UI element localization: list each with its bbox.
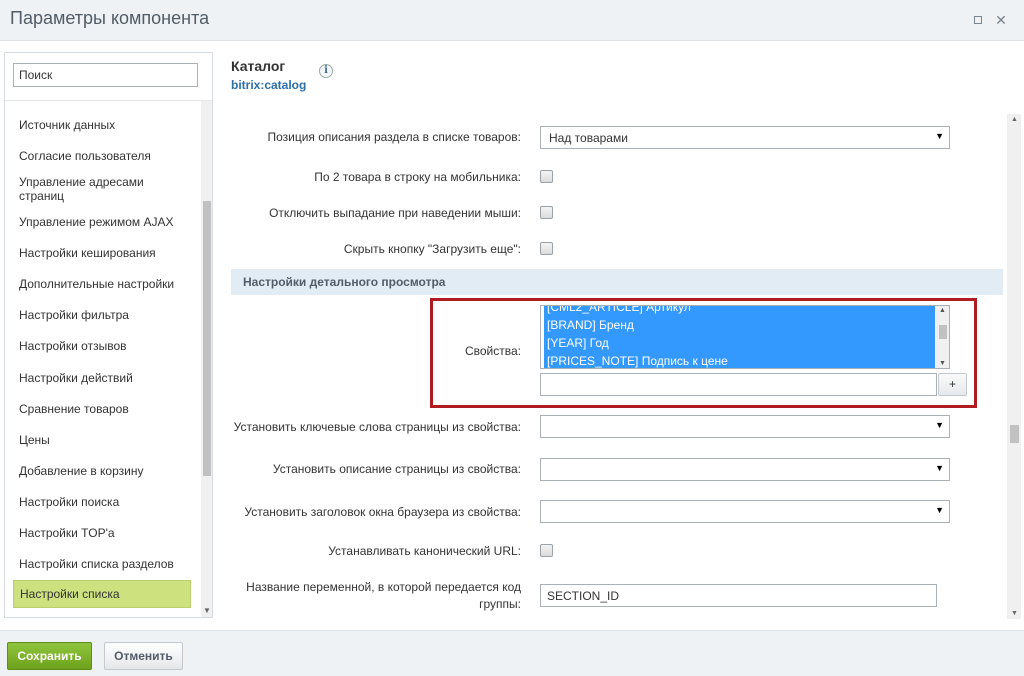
sidebar-scrollbar[interactable]: ▼ (201, 101, 212, 617)
meta-description-label: Установить описание страницы из свойства… (272, 462, 521, 476)
meta-keywords-select[interactable]: ▼ (540, 415, 950, 438)
sidebar-item-compare[interactable]: Сравнение товаров (13, 400, 191, 418)
hide-load-more-checkbox[interactable] (540, 242, 553, 255)
sidebar-item-list-settings[interactable]: Настройки списка (13, 580, 191, 608)
window-titlebar: Параметры компонента ✕ (0, 0, 1024, 41)
two-per-row-label: По 2 товара в строку на мобильника: (314, 170, 521, 184)
meta-keywords-label: Установить ключевые слова страницы из св… (233, 420, 521, 434)
sidebar-item-reviews[interactable]: Настройки отзывов (13, 337, 191, 355)
detail-section-header: Настройки детального просмотра (231, 269, 1003, 295)
chevron-down-icon: ▼ (935, 420, 944, 430)
canonical-url-label: Устанавливать канонический URL: (328, 544, 521, 558)
settings-sidebar: Источник данных Согласие пользователя Уп… (4, 52, 213, 618)
disable-hover-checkbox[interactable] (540, 206, 553, 219)
sidebar-item-section-list[interactable]: Настройки списка разделов (13, 555, 191, 573)
hide-load-more-label: Скрыть кнопку "Загрузить еще": (343, 242, 521, 256)
sidebar-item-ajax-mode[interactable]: Управление режимом AJAX (13, 213, 191, 231)
meta-description-select[interactable]: ▼ (540, 458, 950, 481)
search-input[interactable] (13, 63, 198, 87)
chevron-down-icon: ▼ (935, 131, 944, 141)
chevron-down-icon: ▼ (935, 463, 944, 473)
component-settings-panel: Каталог i bitrix:catalog Позиция описани… (231, 52, 1021, 622)
component-title: Каталог (231, 58, 286, 74)
save-button[interactable]: Сохранить (7, 642, 92, 670)
sidebar-item-caching[interactable]: Настройки кеширования (13, 244, 191, 262)
main-scrollbar-thumb[interactable] (1010, 425, 1019, 443)
sidebar-divider (5, 100, 212, 101)
window-title: Параметры компонента (10, 8, 210, 28)
section-id-var-input[interactable] (540, 584, 937, 607)
section-position-select[interactable]: Над товарами ▼ (540, 126, 950, 149)
section-position-value: Над товарами (549, 131, 628, 145)
scroll-down-icon[interactable]: ▼ (203, 606, 211, 615)
component-code: bitrix:catalog (231, 78, 307, 92)
highlight-frame (430, 298, 977, 408)
sidebar-item-prices[interactable]: Цены (13, 431, 191, 449)
cancel-button[interactable]: Отменить (104, 642, 183, 670)
browser-title-label: Установить заголовок окна браузера из св… (244, 505, 521, 519)
scroll-down-icon[interactable]: ▼ (1011, 610, 1018, 617)
sidebar-item-search[interactable]: Настройки поиска (13, 493, 191, 511)
main-scrollbar[interactable]: ▲ ▼ (1007, 114, 1021, 619)
disable-hover-label: Отключить выпадание при наведении мыши: (269, 206, 521, 220)
close-icon[interactable]: ✕ (994, 13, 1008, 27)
maximize-icon[interactable] (971, 13, 985, 27)
sidebar-item-actions[interactable]: Настройки действий (13, 369, 191, 387)
sidebar-scrollbar-thumb[interactable] (203, 201, 211, 476)
sidebar-item-filter[interactable]: Настройки фильтра (13, 306, 191, 324)
canonical-url-checkbox[interactable] (540, 544, 553, 557)
dialog-footer: Сохранить Отменить (0, 630, 1024, 676)
sidebar-item-top[interactable]: Настройки TOP'а (13, 524, 191, 542)
two-per-row-checkbox[interactable] (540, 170, 553, 183)
browser-title-select[interactable]: ▼ (540, 500, 950, 523)
sidebar-item-user-consent[interactable]: Согласие пользователя (13, 147, 191, 165)
sidebar-item-data-source[interactable]: Источник данных (13, 116, 191, 134)
chevron-down-icon: ▼ (935, 505, 944, 515)
sidebar-item-additional[interactable]: Дополнительные настройки (13, 275, 191, 293)
info-icon[interactable]: i (319, 64, 333, 78)
scroll-up-icon[interactable]: ▲ (1011, 116, 1018, 123)
sidebar-item-url-management[interactable]: Управление адресами страниц (13, 173, 191, 205)
section-id-var-label: Название переменной, в которой передаетс… (246, 580, 521, 611)
section-position-label: Позиция описания раздела в списке товаро… (267, 130, 521, 144)
sidebar-item-add-to-cart[interactable]: Добавление в корзину (13, 462, 191, 480)
